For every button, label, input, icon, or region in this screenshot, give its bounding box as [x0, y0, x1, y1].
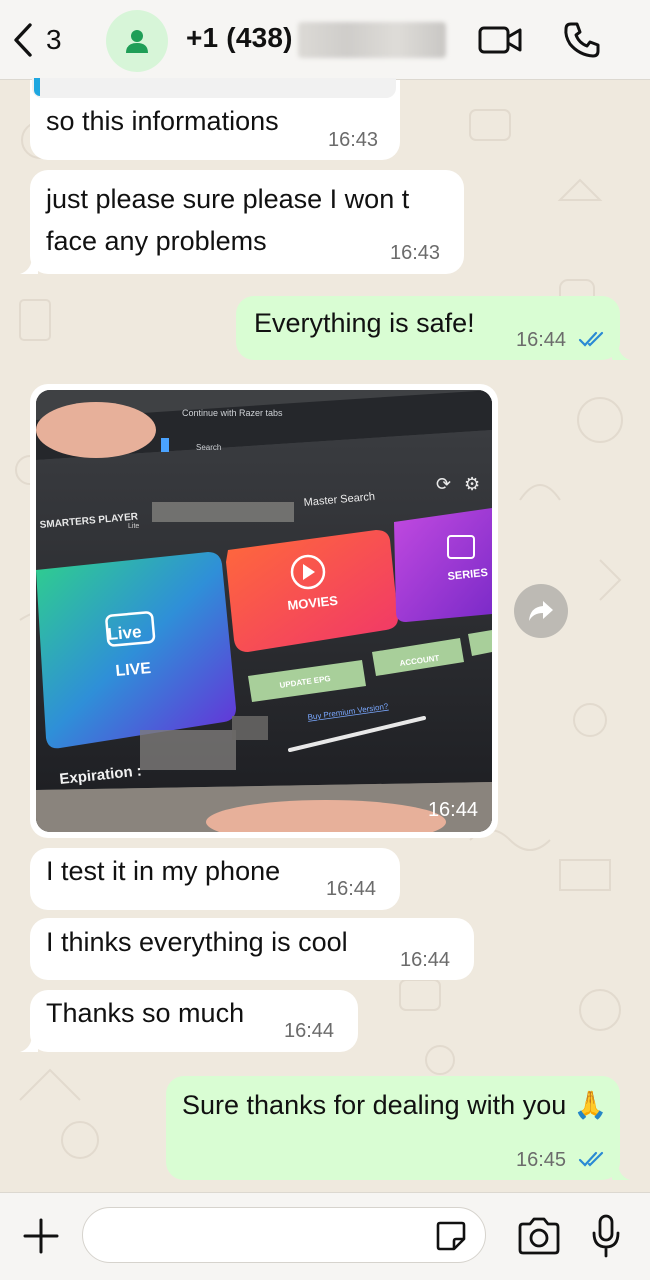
message-text: I thinks everything is cool [46, 927, 348, 957]
message-time: 16:44 [326, 878, 377, 900]
composer-bar [0, 1192, 650, 1280]
video-call-button[interactable] [476, 20, 524, 60]
svg-text:⟳: ⟳ [436, 474, 451, 495]
chevron-left-icon [14, 23, 32, 57]
photo-live-badge: Live [107, 622, 143, 644]
chat-header: 3 +1 (438) [0, 0, 650, 80]
photo-brand-sub: Lite [128, 523, 139, 530]
message-text: so this informations [46, 106, 279, 136]
message-input[interactable] [82, 1207, 486, 1263]
unread-count: 3 [46, 24, 62, 55]
forward-icon [529, 601, 553, 621]
message-text: Everything is safe! [254, 308, 475, 338]
message-time: 16:44 [516, 329, 567, 351]
message-time: 16:45 [516, 1149, 567, 1171]
image-message[interactable]: Continue with Razer tabs Search SMARTERS… [30, 384, 498, 838]
bubble-tail [20, 1034, 38, 1052]
contact-name[interactable]: +1 (438) [186, 22, 293, 54]
avatar[interactable] [106, 10, 168, 72]
message-time: 16:44 [427, 799, 478, 821]
photo-tile-live: LIVE [115, 660, 152, 680]
camera-icon[interactable] [516, 1215, 562, 1257]
redacted-number [298, 22, 446, 58]
video-camera-icon [478, 26, 522, 54]
read-receipt-icon [578, 1151, 604, 1167]
message-time: 16:44 [284, 1020, 335, 1042]
plus-icon[interactable] [22, 1217, 60, 1255]
message-time: 16:44 [400, 949, 451, 971]
message-text: I test it in my phone [46, 856, 281, 886]
message-text: Thanks so much [46, 998, 245, 1028]
quoted-message[interactable] [32, 78, 396, 98]
photo-content: Continue with Razer tabs Search SMARTERS… [36, 390, 492, 832]
forward-button[interactable] [514, 584, 568, 638]
sticker-icon[interactable] [434, 1219, 468, 1253]
photo[interactable]: Continue with Razer tabs Search SMARTERS… [36, 390, 492, 832]
person-icon [126, 30, 148, 53]
photo-taskbar-text: Continue with Razer tabs [182, 408, 283, 418]
message-text: Sure thanks for dealing with you 🙏 [182, 1090, 608, 1120]
bubble-tail [612, 342, 630, 360]
svg-text:⚙: ⚙ [464, 474, 480, 495]
photo-search-box: Search [196, 443, 221, 452]
message-time: 16:43 [328, 129, 379, 151]
microphone-icon[interactable] [590, 1213, 622, 1259]
voice-call-button[interactable] [562, 20, 610, 60]
back-button[interactable]: 3 [10, 18, 74, 62]
bubble-tail [20, 256, 38, 274]
phone-icon [564, 22, 600, 58]
read-receipt-icon [578, 331, 604, 347]
bubble-tail [612, 1162, 630, 1180]
quoted-accent [34, 78, 40, 96]
message-time: 16:43 [390, 242, 441, 264]
